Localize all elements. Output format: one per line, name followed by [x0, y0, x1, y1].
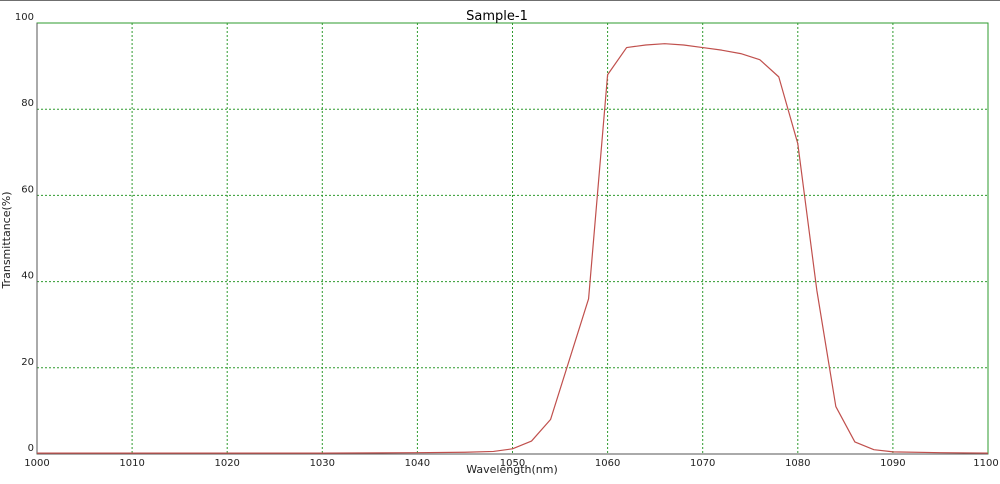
- chart-window: 1000 1010 1020 1030 1040 1050 1060 1070 1080 1090…: [0, 0, 1000, 484]
- x-tick-label-1100: 1100: [973, 458, 998, 469]
- y-tick-label-20: 20: [21, 357, 34, 368]
- x-tick-label-1040: 1040: [405, 458, 430, 469]
- y-tick-label-0: 0: [28, 443, 34, 454]
- x-tick-label-1030: 1030: [310, 458, 335, 469]
- y-tick-label-60: 60: [21, 184, 34, 195]
- y-tick-label-40: 40: [21, 271, 34, 282]
- chart-title: Sample-1: [466, 9, 528, 24]
- grid-layer: [37, 23, 988, 454]
- y-tick-label-100: 100: [15, 12, 34, 23]
- x-tick-label-1020: 1020: [214, 458, 239, 469]
- x-tick-label-1010: 1010: [119, 458, 144, 469]
- x-tick-label-1080: 1080: [785, 458, 810, 469]
- y-tick-label-80: 80: [21, 98, 34, 109]
- tick-labels: 1000 1010 1020 1030 1040 1050 1060 1070 1080 1090…: [15, 12, 999, 469]
- y-axis-title: Transmittance(%): [0, 191, 13, 289]
- x-tick-label-1000: 1000: [24, 458, 49, 469]
- x-tick-label-1060: 1060: [595, 458, 620, 469]
- transmittance-chart: 1000 1010 1020 1030 1040 1050 1060 1070 1080 1090…: [0, 9, 999, 476]
- x-tick-label-1090: 1090: [880, 458, 905, 469]
- x-tick-label-1070: 1070: [690, 458, 715, 469]
- x-axis-title: Wavelength(nm): [466, 463, 558, 476]
